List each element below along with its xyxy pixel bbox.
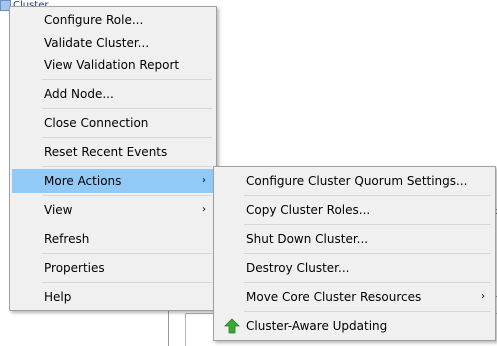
- submenu-item-label: Copy Cluster Roles...: [246, 203, 371, 217]
- menu-item-more-actions[interactable]: More Actions ›: [12, 169, 214, 193]
- submenu-item-label: Shut Down Cluster...: [246, 232, 369, 246]
- menu-item-view[interactable]: View ›: [12, 198, 214, 222]
- submenu-item-move-core-resources[interactable]: Move Core Cluster Resources ›: [216, 285, 493, 309]
- submenu-item-configure-quorum[interactable]: Configure Cluster Quorum Settings...: [216, 169, 493, 193]
- cluster-context-menu: Configure Role... Validate Cluster... Vi…: [9, 6, 217, 311]
- menu-item-add-node[interactable]: Add Node...: [12, 82, 214, 106]
- menu-separator: [42, 108, 212, 109]
- menu-item-label: Help: [44, 290, 72, 304]
- menu-item-refresh[interactable]: Refresh: [12, 227, 214, 251]
- submenu-item-copy-cluster-roles[interactable]: Copy Cluster Roles...: [216, 198, 493, 222]
- submenu-item-destroy-cluster[interactable]: Destroy Cluster...: [216, 256, 493, 280]
- green-up-arrow-icon: [224, 318, 240, 334]
- submenu-item-label: Destroy Cluster...: [246, 261, 350, 275]
- menu-item-label: Properties: [44, 261, 105, 275]
- menu-item-label: View: [44, 203, 73, 217]
- menu-separator: [42, 137, 212, 138]
- menu-item-label: More Actions: [44, 174, 122, 188]
- menu-separator: [244, 253, 491, 254]
- menu-item-validate-cluster[interactable]: Validate Cluster...: [12, 31, 214, 55]
- menu-item-label: Reset Recent Events: [44, 145, 168, 159]
- menu-separator: [244, 224, 491, 225]
- menu-separator: [42, 282, 212, 283]
- menu-item-view-validation-report[interactable]: View Validation Report: [12, 53, 214, 77]
- submenu-item-shut-down-cluster[interactable]: Shut Down Cluster...: [216, 227, 493, 251]
- submenu-item-cluster-aware-updating[interactable]: Cluster-Aware Updating: [216, 314, 493, 338]
- menu-item-help[interactable]: Help: [12, 285, 214, 309]
- menu-separator: [42, 79, 212, 80]
- chevron-right-icon: ›: [202, 175, 206, 186]
- menu-item-properties[interactable]: Properties: [12, 256, 214, 280]
- submenu-item-label: Configure Cluster Quorum Settings...: [246, 174, 468, 188]
- menu-item-reset-recent-events[interactable]: Reset Recent Events: [12, 140, 214, 164]
- submenu-item-label: Move Core Cluster Resources: [246, 290, 422, 304]
- menu-separator: [244, 195, 491, 196]
- menu-item-label: Close Connection: [44, 116, 149, 130]
- menu-item-label: Configure Role...: [44, 13, 144, 27]
- menu-separator: [42, 166, 212, 167]
- menu-item-configure-role[interactable]: Configure Role...: [12, 8, 214, 32]
- submenu-item-label: Cluster-Aware Updating: [246, 319, 388, 333]
- menu-item-label: Refresh: [44, 232, 90, 246]
- chevron-right-icon: ›: [481, 291, 485, 302]
- menu-item-close-connection[interactable]: Close Connection: [12, 111, 214, 135]
- menu-item-label: Add Node...: [44, 87, 114, 101]
- more-actions-submenu: Configure Cluster Quorum Settings... Cop…: [213, 166, 496, 341]
- menu-item-label: View Validation Report: [44, 58, 180, 72]
- chevron-right-icon: ›: [202, 204, 206, 215]
- menu-separator: [42, 253, 212, 254]
- menu-separator: [42, 195, 212, 196]
- menu-separator: [244, 311, 491, 312]
- menu-separator: [244, 282, 491, 283]
- menu-item-label: Validate Cluster...: [44, 36, 150, 50]
